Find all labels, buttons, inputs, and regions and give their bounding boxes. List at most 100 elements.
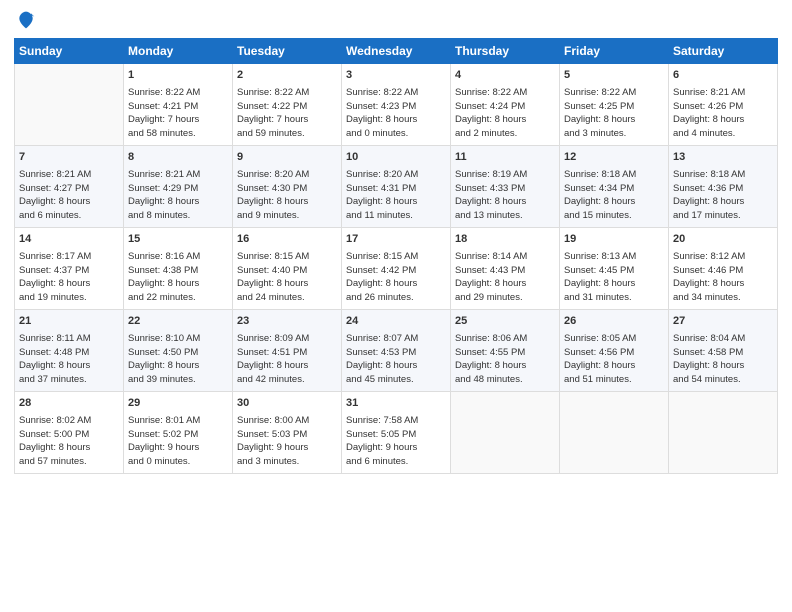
day-info-line: Daylight: 8 hours <box>564 113 664 127</box>
day-number: 8 <box>128 150 228 166</box>
day-number: 19 <box>564 232 664 248</box>
day-info-line: Daylight: 8 hours <box>673 113 773 127</box>
day-info-line: Sunrise: 7:58 AM <box>346 414 446 428</box>
day-info-line: Sunset: 4:53 PM <box>346 346 446 360</box>
day-header-thursday: Thursday <box>451 39 560 64</box>
day-info-line: Sunset: 4:27 PM <box>19 182 119 196</box>
day-number: 3 <box>346 68 446 84</box>
calendar-cell: 2Sunrise: 8:22 AMSunset: 4:22 PMDaylight… <box>233 64 342 146</box>
day-number: 24 <box>346 314 446 330</box>
day-number: 16 <box>237 232 337 248</box>
day-info-line: and 8 minutes. <box>128 209 228 223</box>
calendar-cell: 14Sunrise: 8:17 AMSunset: 4:37 PMDayligh… <box>15 228 124 310</box>
day-info-line: Daylight: 8 hours <box>237 359 337 373</box>
day-info-line: and 4 minutes. <box>673 127 773 141</box>
week-row-0: 1Sunrise: 8:22 AMSunset: 4:21 PMDaylight… <box>15 64 778 146</box>
day-info-line: and 57 minutes. <box>19 455 119 469</box>
week-row-3: 21Sunrise: 8:11 AMSunset: 4:48 PMDayligh… <box>15 310 778 392</box>
day-info-line: Daylight: 8 hours <box>128 359 228 373</box>
day-info-line: and 39 minutes. <box>128 373 228 387</box>
day-info-line: and 31 minutes. <box>564 291 664 305</box>
day-info-line: Sunset: 5:00 PM <box>19 428 119 442</box>
day-info-line: Sunset: 4:42 PM <box>346 264 446 278</box>
day-info-line: Sunrise: 8:09 AM <box>237 332 337 346</box>
day-info-line: Sunrise: 8:07 AM <box>346 332 446 346</box>
day-info-line: Sunrise: 8:11 AM <box>19 332 119 346</box>
day-number: 15 <box>128 232 228 248</box>
day-info-line: Sunset: 4:34 PM <box>564 182 664 196</box>
day-info-line: Sunset: 4:33 PM <box>455 182 555 196</box>
week-row-4: 28Sunrise: 8:02 AMSunset: 5:00 PMDayligh… <box>15 392 778 474</box>
day-number: 2 <box>237 68 337 84</box>
day-info-line: Daylight: 8 hours <box>19 359 119 373</box>
day-header-monday: Monday <box>124 39 233 64</box>
calendar-cell <box>451 392 560 474</box>
day-info-line: Daylight: 8 hours <box>455 113 555 127</box>
day-info-line: Sunrise: 8:02 AM <box>19 414 119 428</box>
day-info-line: Sunset: 4:21 PM <box>128 100 228 114</box>
day-info-line: Sunrise: 8:18 AM <box>673 168 773 182</box>
day-info-line: and 3 minutes. <box>564 127 664 141</box>
day-info-line: and 17 minutes. <box>673 209 773 223</box>
day-info-line: Sunset: 4:43 PM <box>455 264 555 278</box>
day-header-wednesday: Wednesday <box>342 39 451 64</box>
calendar-container: SundayMondayTuesdayWednesdayThursdayFrid… <box>0 0 792 484</box>
day-info-line: and 48 minutes. <box>455 373 555 387</box>
logo <box>14 10 36 30</box>
calendar-cell: 18Sunrise: 8:14 AMSunset: 4:43 PMDayligh… <box>451 228 560 310</box>
calendar-cell: 10Sunrise: 8:20 AMSunset: 4:31 PMDayligh… <box>342 146 451 228</box>
calendar-cell: 6Sunrise: 8:21 AMSunset: 4:26 PMDaylight… <box>669 64 778 146</box>
day-number: 29 <box>128 396 228 412</box>
day-info-line: Sunrise: 8:01 AM <box>128 414 228 428</box>
calendar-cell: 17Sunrise: 8:15 AMSunset: 4:42 PMDayligh… <box>342 228 451 310</box>
day-info-line: Sunrise: 8:16 AM <box>128 250 228 264</box>
day-info-line: and 9 minutes. <box>237 209 337 223</box>
day-info-line: Sunrise: 8:10 AM <box>128 332 228 346</box>
day-info-line: Sunset: 4:23 PM <box>346 100 446 114</box>
day-info-line: Daylight: 8 hours <box>128 277 228 291</box>
day-info-line: Sunset: 4:31 PM <box>346 182 446 196</box>
day-info-line: Sunset: 4:45 PM <box>564 264 664 278</box>
day-info-line: Sunset: 4:30 PM <box>237 182 337 196</box>
calendar-cell: 21 Sunrise: 8:11 AMSunset: 4:48 PMDayligh… <box>15 310 124 392</box>
day-info-line: and 34 minutes. <box>673 291 773 305</box>
day-info-line: Daylight: 8 hours <box>19 195 119 209</box>
day-info-line: Sunrise: 8:20 AM <box>346 168 446 182</box>
day-info-line: Daylight: 7 hours <box>237 113 337 127</box>
day-info-line: Daylight: 8 hours <box>673 277 773 291</box>
day-info-line: Sunset: 4:58 PM <box>673 346 773 360</box>
day-info-line: Daylight: 8 hours <box>564 359 664 373</box>
day-info-line: Sunset: 5:05 PM <box>346 428 446 442</box>
day-info-line: Daylight: 8 hours <box>19 441 119 455</box>
day-info-line: Daylight: 9 hours <box>237 441 337 455</box>
day-info-line: Sunset: 4:48 PM <box>19 346 119 360</box>
day-info-line: Sunset: 4:36 PM <box>673 182 773 196</box>
day-info-line: and 22 minutes. <box>128 291 228 305</box>
calendar-cell: 23Sunrise: 8:09 AMSunset: 4:51 PMDayligh… <box>233 310 342 392</box>
day-number: 1 <box>128 68 228 84</box>
calendar-cell: 13Sunrise: 8:18 AMSunset: 4:36 PMDayligh… <box>669 146 778 228</box>
day-info-line: and 19 minutes. <box>19 291 119 305</box>
calendar-cell: 5Sunrise: 8:22 AMSunset: 4:25 PMDaylight… <box>560 64 669 146</box>
day-number: 21 <box>19 314 119 330</box>
day-info-line: and 2 minutes. <box>455 127 555 141</box>
day-info-line: Daylight: 9 hours <box>346 441 446 455</box>
day-info-line: Sunrise: 8:19 AM <box>455 168 555 182</box>
day-number: 23 <box>237 314 337 330</box>
logo-icon <box>16 10 36 30</box>
day-number: 27 <box>673 314 773 330</box>
day-number: 13 <box>673 150 773 166</box>
day-header-sunday: Sunday <box>15 39 124 64</box>
day-number: 7 <box>19 150 119 166</box>
day-info-line: Daylight: 8 hours <box>128 195 228 209</box>
day-info-line: Sunrise: 8:04 AM <box>673 332 773 346</box>
day-number: 14 <box>19 232 119 248</box>
day-info-line: Sunrise: 8:05 AM <box>564 332 664 346</box>
calendar-cell: 15Sunrise: 8:16 AMSunset: 4:38 PMDayligh… <box>124 228 233 310</box>
day-number: 11 <box>455 150 555 166</box>
day-info-line: Daylight: 8 hours <box>455 277 555 291</box>
calendar-cell <box>560 392 669 474</box>
day-info-line: Daylight: 8 hours <box>455 359 555 373</box>
calendar-cell: 12Sunrise: 8:18 AMSunset: 4:34 PMDayligh… <box>560 146 669 228</box>
day-info-line: Daylight: 8 hours <box>346 195 446 209</box>
